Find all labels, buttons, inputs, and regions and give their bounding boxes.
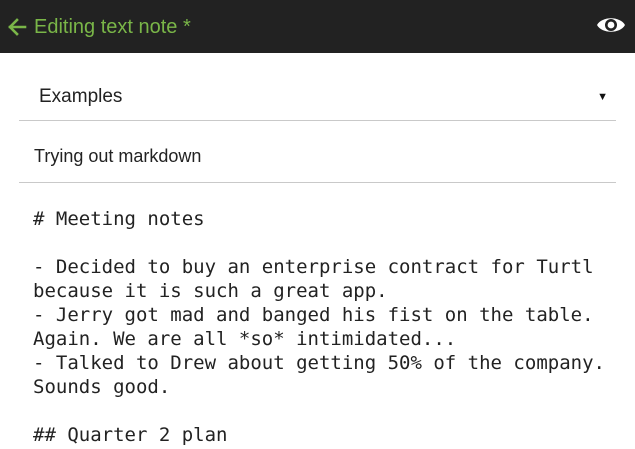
preview-button[interactable] bbox=[596, 12, 626, 38]
board-select[interactable]: Examples ▼ bbox=[19, 74, 616, 121]
eye-icon bbox=[597, 18, 625, 32]
back-button[interactable] bbox=[4, 14, 30, 40]
board-select-value: Examples bbox=[39, 86, 123, 107]
arrow-left-icon bbox=[8, 17, 27, 36]
note-body-textarea[interactable]: # Meeting notes - Decided to buy an ente… bbox=[33, 207, 623, 449]
page-title: Editing text note * bbox=[34, 15, 191, 38]
caret-down-icon: ▼ bbox=[597, 91, 608, 103]
app-header: Editing text note * bbox=[0, 0, 635, 53]
note-title-input[interactable] bbox=[34, 146, 594, 167]
title-field-container bbox=[19, 134, 616, 183]
